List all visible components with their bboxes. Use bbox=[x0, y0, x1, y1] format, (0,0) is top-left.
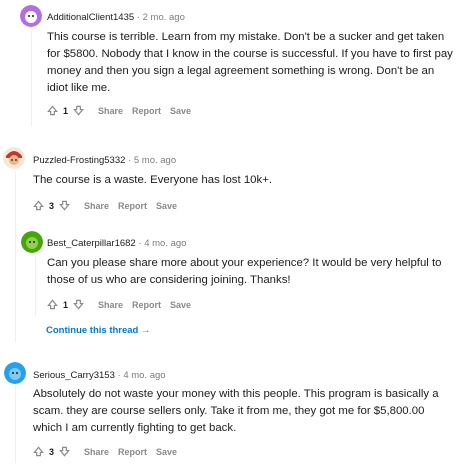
separator: · bbox=[128, 155, 132, 166]
comment-actions: 1 Share Report Save bbox=[47, 105, 191, 116]
downvote-icon[interactable] bbox=[59, 446, 70, 457]
thread-line bbox=[15, 172, 16, 342]
save-button[interactable]: Save bbox=[156, 201, 177, 211]
username[interactable]: AdditionalClient1435 bbox=[47, 12, 134, 23]
report-button[interactable]: Report bbox=[132, 300, 161, 310]
thread-line bbox=[15, 385, 16, 463]
thread-line bbox=[35, 256, 36, 316]
downvote-icon[interactable] bbox=[73, 105, 84, 116]
comment-body: Can you please share more about your exp… bbox=[47, 257, 442, 286]
vote-count: 3 bbox=[49, 446, 55, 457]
save-button[interactable]: Save bbox=[170, 106, 191, 116]
upvote-icon[interactable] bbox=[33, 200, 44, 211]
report-button[interactable]: Report bbox=[118, 447, 147, 457]
share-button[interactable]: Share bbox=[84, 447, 109, 457]
upvote-icon[interactable] bbox=[47, 105, 58, 116]
avatar[interactable] bbox=[4, 362, 26, 384]
avatar[interactable] bbox=[20, 5, 42, 27]
separator: · bbox=[138, 238, 142, 249]
timestamp[interactable]: 2 mo. ago bbox=[143, 12, 185, 23]
report-button[interactable]: Report bbox=[132, 106, 161, 116]
save-button[interactable]: Save bbox=[156, 447, 177, 457]
vote-count: 1 bbox=[63, 299, 69, 310]
report-button[interactable]: Report bbox=[118, 201, 147, 211]
comment-meta: AdditionalClient1435 · 2 mo. ago bbox=[47, 12, 185, 23]
share-button[interactable]: Share bbox=[98, 300, 123, 310]
comment-body: Absolutely do not waste your money with … bbox=[33, 388, 439, 434]
thread-line bbox=[31, 30, 32, 126]
comment-body: The course is a waste. Everyone has lost… bbox=[33, 174, 273, 186]
vote-controls: 3 bbox=[33, 200, 70, 211]
avatar[interactable] bbox=[3, 147, 25, 169]
vote-count: 1 bbox=[63, 105, 69, 116]
separator: · bbox=[117, 370, 121, 381]
downvote-icon[interactable] bbox=[59, 200, 70, 211]
comment-actions: 1 Share Report Save bbox=[47, 299, 191, 310]
username[interactable]: Serious_Carry3153 bbox=[33, 370, 115, 381]
upvote-icon[interactable] bbox=[33, 446, 44, 457]
timestamp[interactable]: 4 mo. ago bbox=[144, 238, 186, 249]
vote-controls: 1 bbox=[47, 299, 84, 310]
vote-controls: 1 bbox=[47, 105, 84, 116]
upvote-icon[interactable] bbox=[47, 299, 58, 310]
timestamp[interactable]: 4 mo. ago bbox=[123, 370, 165, 381]
downvote-icon[interactable] bbox=[73, 299, 84, 310]
comment-body: This course is terrible. Learn from my m… bbox=[47, 31, 453, 94]
vote-controls: 3 bbox=[33, 446, 70, 457]
comment-actions: 3 Share Report Save bbox=[33, 446, 177, 457]
comment-meta: Best_Caterpillar1682 · 4 mo. ago bbox=[47, 238, 186, 249]
timestamp[interactable]: 5 mo. ago bbox=[134, 155, 176, 166]
continue-thread-link[interactable]: Continue this thread → bbox=[46, 325, 151, 336]
share-button[interactable]: Share bbox=[84, 201, 109, 211]
avatar[interactable] bbox=[21, 231, 43, 253]
comment-meta: Serious_Carry3153 · 4 mo. ago bbox=[33, 370, 166, 381]
username[interactable]: Puzzled-Frosting5332 bbox=[33, 155, 125, 166]
save-button[interactable]: Save bbox=[170, 300, 191, 310]
share-button[interactable]: Share bbox=[98, 106, 123, 116]
comment-meta: Puzzled-Frosting5332 · 5 mo. ago bbox=[33, 155, 176, 166]
username[interactable]: Best_Caterpillar1682 bbox=[47, 238, 136, 249]
separator: · bbox=[136, 12, 140, 23]
vote-count: 3 bbox=[49, 200, 55, 211]
comment-actions: 3 Share Report Save bbox=[33, 200, 177, 211]
